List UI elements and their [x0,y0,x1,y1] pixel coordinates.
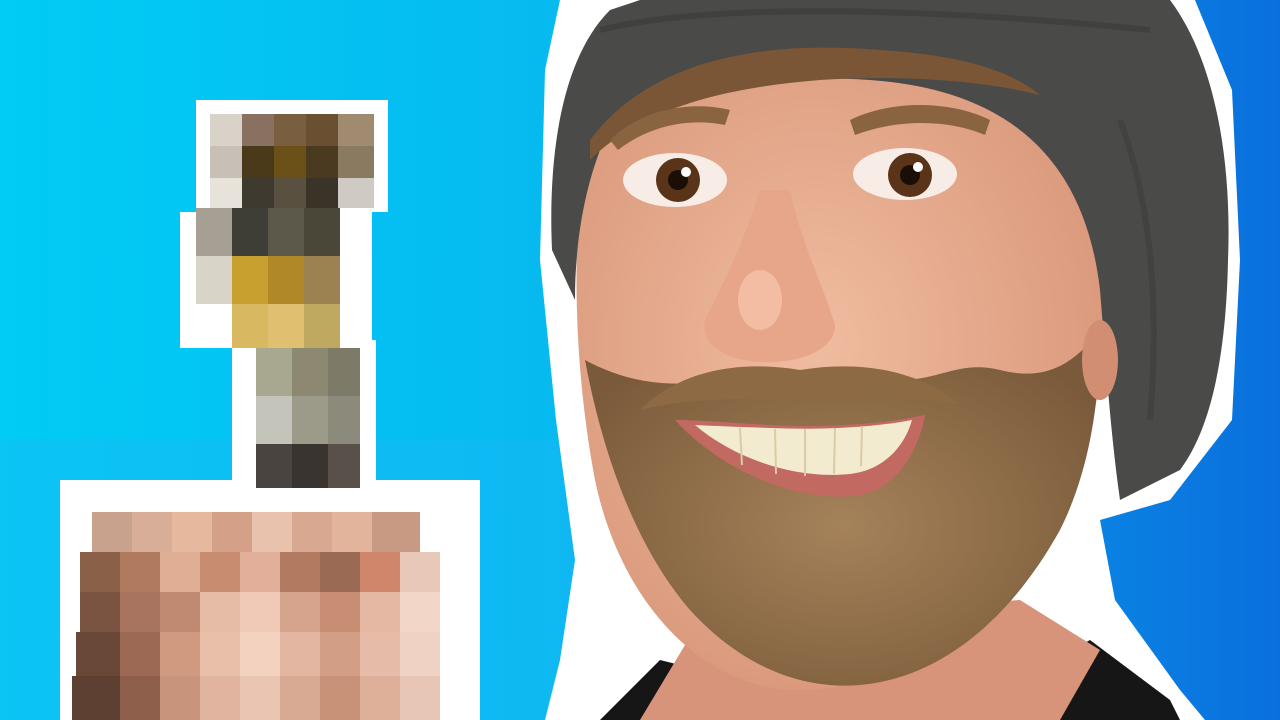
nose-highlight [738,270,782,330]
left-eye [623,153,727,207]
thumbnail-scene [0,0,1280,720]
pixelated-hand [72,512,440,720]
right-eye [853,148,957,200]
ear [1082,320,1118,400]
